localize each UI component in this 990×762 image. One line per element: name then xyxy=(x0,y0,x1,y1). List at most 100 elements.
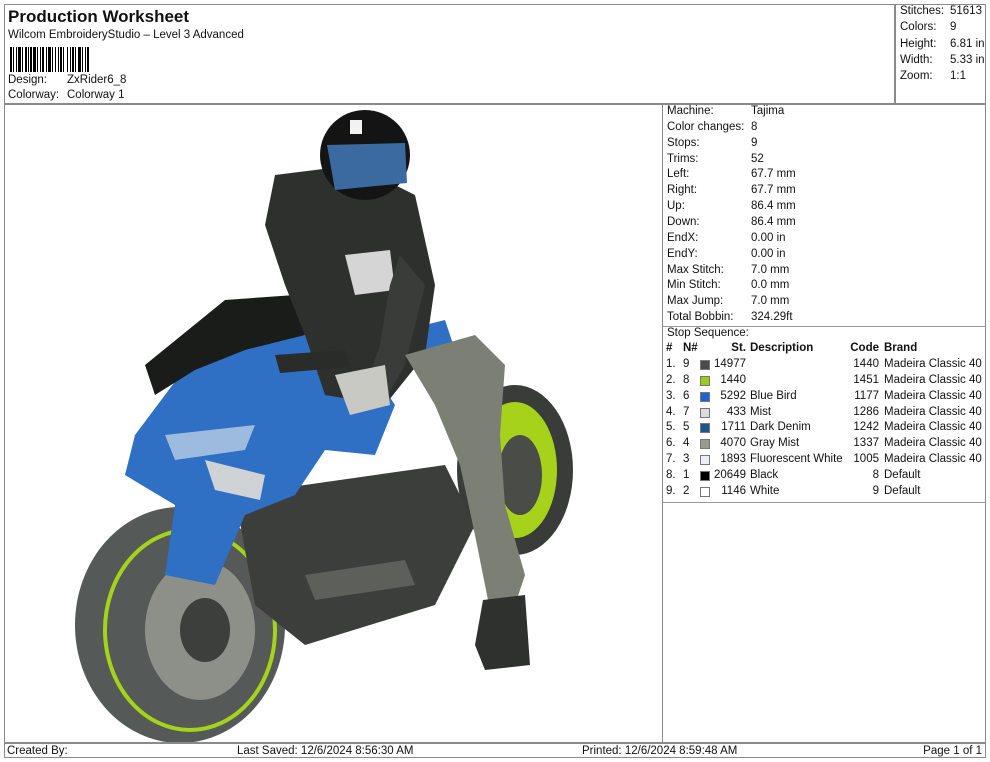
row-code: 9 xyxy=(872,484,879,497)
col-brand: Brand xyxy=(884,342,918,354)
design-value: ZxRider6_8 xyxy=(67,74,127,86)
info-row: Color changes: 8 xyxy=(667,121,757,133)
row-description: Mist xyxy=(750,405,772,418)
barcode-bar xyxy=(89,47,90,72)
colorway-label: Colorway: xyxy=(8,89,60,101)
row-code: 1005 xyxy=(853,453,879,466)
stat-stitches: Stitches: 51613 xyxy=(900,5,982,17)
row-index: 9. xyxy=(666,484,676,497)
row-brand: Madeira Classic 40 xyxy=(884,358,982,370)
last-saved: Last Saved: 12/6/2024 8:56:30 AM xyxy=(237,745,414,757)
row-stitches: 14977 xyxy=(714,358,746,370)
info-value: 324.29ft xyxy=(751,311,793,324)
row-index: 5. xyxy=(666,421,676,434)
row-index: 7. xyxy=(666,453,676,466)
color-swatch xyxy=(700,470,710,481)
row-index: 1. xyxy=(666,358,676,370)
row-brand: Default xyxy=(884,468,921,481)
info-label: Max Jump: xyxy=(667,295,724,308)
info-value: 86.4 mm xyxy=(751,200,796,213)
info-value: 9 xyxy=(751,136,758,149)
row-index: 4. xyxy=(666,405,676,418)
page-title: Production Worksheet xyxy=(8,7,190,26)
info-row: Max Jump: 7.0 mm xyxy=(667,295,789,307)
colorway-field: Colorway: Colorway 1 xyxy=(8,89,125,101)
helmet-visor xyxy=(327,143,407,190)
row-needle: 6 xyxy=(683,389,690,402)
color-swatch xyxy=(700,360,710,370)
row-brand: Madeira Classic 40 xyxy=(884,389,982,402)
embroidery-artwork xyxy=(75,110,573,742)
row-needle: 8 xyxy=(683,373,690,386)
row-index: 8. xyxy=(666,468,676,481)
stop-sequence-row: 5. 5 1711 Dark Denim 1242 Madeira Classic 40 xyxy=(663,421,986,437)
info-label: Trims: xyxy=(667,152,699,165)
info-row: Max Stitch: 7.0 mm xyxy=(667,264,789,276)
color-swatch xyxy=(700,486,710,497)
row-code: 1451 xyxy=(853,373,879,386)
helmet-decal xyxy=(350,120,362,134)
row-needle: 4 xyxy=(683,437,690,450)
info-label: Total Bobbin: xyxy=(667,311,734,324)
stop-sequence-row: 1. 9 14977 1440 Madeira Classic 40 xyxy=(663,358,986,374)
stop-sequence-row: 2. 8 1440 1451 Madeira Classic 40 xyxy=(663,374,986,390)
row-needle: 5 xyxy=(683,421,690,434)
info-value: 7.0 mm xyxy=(751,295,790,308)
printed-date: Printed: 12/6/2024 8:59:48 AM xyxy=(582,745,738,757)
color-swatch xyxy=(700,391,710,402)
info-value: 67.7 mm xyxy=(751,168,796,181)
info-label: Stops: xyxy=(667,136,700,149)
row-needle: 1 xyxy=(683,468,690,481)
rider-boot xyxy=(475,595,530,670)
info-label: Max Stitch: xyxy=(667,263,724,276)
stat-height: Height: 6.81 in xyxy=(900,38,985,50)
software-subtitle: Wilcom EmbroideryStudio – Level 3 Advanc… xyxy=(8,29,244,41)
row-needle: 9 xyxy=(683,358,690,370)
row-index: 2. xyxy=(666,373,676,386)
row-description: Blue Bird xyxy=(750,389,797,402)
info-label: Right: xyxy=(667,184,698,197)
row-needle: 3 xyxy=(683,453,690,466)
row-brand: Madeira Classic 40 xyxy=(884,453,982,466)
info-value: 0.0 mm xyxy=(751,279,790,292)
info-value: 0.00 in xyxy=(751,231,786,244)
row-code: 1337 xyxy=(853,437,879,450)
info-label: Machine: xyxy=(667,105,714,117)
info-label: Min Stitch: xyxy=(667,279,721,292)
stop-sequence-row: 7. 3 1893 Fluorescent White 1005 Madeira Clas… xyxy=(663,453,986,469)
row-brand: Madeira Classic 40 xyxy=(884,405,982,418)
row-stitches: 20649 xyxy=(714,468,746,481)
info-row: EndY: 0.00 in xyxy=(667,248,786,260)
row-description: Gray Mist xyxy=(750,437,800,450)
info-value: 8 xyxy=(751,120,758,133)
info-row: Stops: 9 xyxy=(667,137,757,149)
sequence-bottom-divider xyxy=(663,502,986,503)
page-number: Page 1 of 1 xyxy=(923,745,982,757)
col-code: Code xyxy=(850,342,879,354)
info-row: Machine: Tajima xyxy=(667,105,784,117)
info-label: Color changes: xyxy=(667,120,745,133)
row-stitches: 5292 xyxy=(720,389,746,402)
info-label: EndX: xyxy=(667,231,699,244)
front-hub xyxy=(180,598,230,662)
info-value: Tajima xyxy=(751,105,785,117)
row-code: 1177 xyxy=(854,389,879,402)
row-brand: Default xyxy=(884,484,921,497)
row-stitches: 1440 xyxy=(720,373,746,386)
stat-width: Width: 5.33 in xyxy=(900,54,985,66)
col-stitches: St. xyxy=(731,342,746,354)
stat-zoom: Zoom: 1:1 xyxy=(900,70,966,82)
machine-info-panel: Machine: Tajima Color changes: 8 Stops: 9 Trim… xyxy=(662,104,986,742)
stop-sequence-title: Stop Sequence: xyxy=(667,327,749,339)
info-row: Min Stitch: 0.0 mm xyxy=(667,279,789,291)
col-description: Description xyxy=(750,342,814,354)
row-stitches: 1146 xyxy=(721,484,746,497)
color-swatch xyxy=(700,455,710,466)
row-needle: 2 xyxy=(683,484,690,497)
info-value: 86.4 mm xyxy=(751,215,796,228)
row-needle: 7 xyxy=(683,405,690,418)
row-brand: Madeira Classic 40 xyxy=(884,421,982,434)
stop-sequence-row: 8. 1 20649 Black 8 Default xyxy=(663,469,986,485)
row-description: Black xyxy=(750,468,779,481)
design-label: Design: xyxy=(8,74,47,86)
